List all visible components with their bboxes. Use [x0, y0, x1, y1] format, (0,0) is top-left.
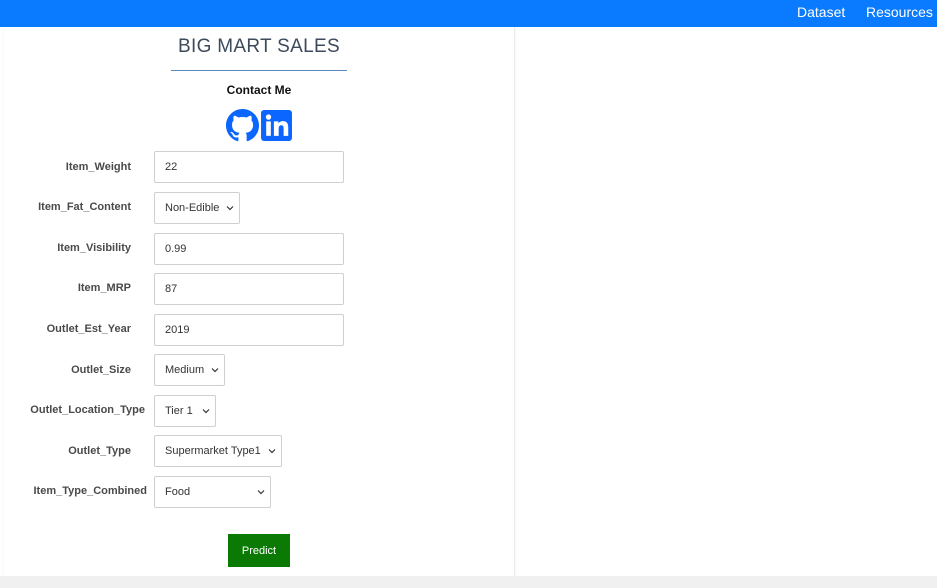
- chevron-down-icon: [268, 449, 276, 454]
- item-mrp-label: Item_MRP: [77, 282, 131, 294]
- outlet-type-label: Outlet_Type: [68, 445, 131, 457]
- item-fat-content-value: Non-Edible: [165, 202, 220, 214]
- contact-heading: Contact Me: [226, 83, 292, 97]
- chevron-down-icon: [226, 206, 234, 211]
- outlet-location-type-select[interactable]: Tier 1: [154, 395, 216, 427]
- nav-link-resources[interactable]: Resources: [866, 4, 933, 20]
- outlet-est-year-label: Outlet_Est_Year: [46, 323, 131, 335]
- linkedin-icon[interactable]: [260, 109, 293, 142]
- item-fat-content-select[interactable]: Non-Edible: [154, 192, 240, 224]
- page-title: BIG MART SALES: [178, 36, 340, 57]
- chevron-down-icon: [202, 409, 210, 414]
- outlet-size-label: Outlet_Size: [71, 364, 131, 376]
- outlet-est-year-input[interactable]: [154, 314, 344, 346]
- title-divider: [171, 70, 347, 71]
- nav-link-dataset[interactable]: Dataset: [797, 4, 845, 20]
- item-visibility-input[interactable]: [154, 233, 344, 265]
- outlet-size-value: Medium: [165, 364, 205, 376]
- chevron-down-icon: [211, 368, 219, 373]
- github-icon[interactable]: [226, 109, 259, 142]
- outlet-size-select[interactable]: Medium: [154, 354, 225, 386]
- item-weight-input[interactable]: [154, 151, 344, 183]
- item-type-combined-select[interactable]: Food: [154, 476, 271, 508]
- item-fat-content-label: Item_Fat_Content: [38, 201, 131, 213]
- outlet-location-type-label: Outlet_Location_Type: [30, 404, 145, 416]
- item-type-combined-value: Food: [165, 486, 191, 498]
- item-visibility-label: Item_Visibility: [57, 242, 131, 254]
- page-footer-strip: [0, 576, 937, 588]
- item-mrp-input[interactable]: [154, 273, 344, 305]
- top-navbar: Dataset Resources: [0, 0, 937, 27]
- item-weight-label: Item_Weight: [65, 161, 131, 173]
- outlet-type-value: Supermarket Type1: [165, 445, 261, 457]
- chevron-down-icon: [257, 490, 265, 495]
- outlet-type-select[interactable]: Supermarket Type1: [154, 435, 282, 467]
- item-type-combined-label: Item_Type_Combined: [33, 485, 148, 497]
- outlet-location-type-value: Tier 1: [165, 405, 193, 417]
- predict-button[interactable]: Predict: [228, 534, 290, 567]
